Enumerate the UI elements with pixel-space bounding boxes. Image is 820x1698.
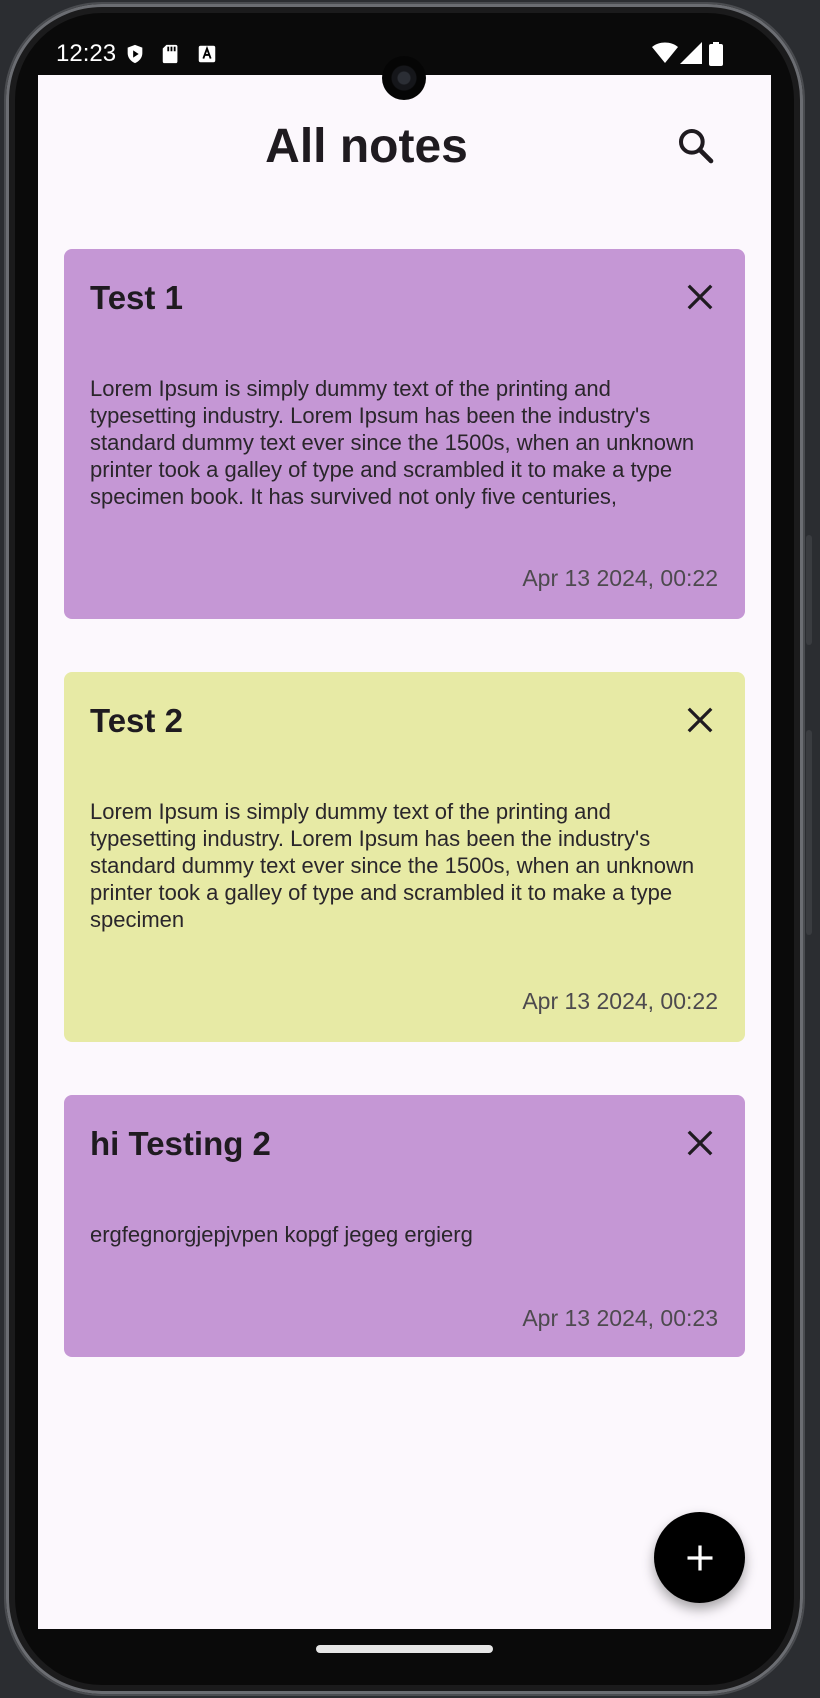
volume-button [806,535,812,645]
note-date: Apr 13 2024, 00:22 [522,565,718,591]
note-title: hi Testing 2 [90,1125,271,1162]
note-body: ergfegnorgjepjvpen kopgf jegeg ergierg [90,1222,473,1247]
note-card[interactable]: hi Testing 2 ergfegnorgjepjvpen kopgf je… [64,1095,745,1357]
power-button [806,730,812,935]
page-title: All notes [265,120,468,173]
home-gesture-bar[interactable] [316,1645,493,1653]
note-date: Apr 13 2024, 00:23 [522,1305,718,1331]
note-title: Test 2 [90,702,183,739]
note-card[interactable]: Test 2 Lorem Ipsum is simply dummy text … [64,672,745,1042]
note-date: Apr 13 2024, 00:22 [522,988,718,1014]
sd-card-icon [162,44,178,64]
search-icon[interactable] [676,126,716,166]
close-icon[interactable] [685,282,715,312]
keyboard-a-icon [198,45,216,63]
wifi-icon [652,42,678,63]
note-card[interactable]: Test 1 Lorem Ipsum is simply dummy text … [64,249,745,619]
battery-icon [709,42,723,66]
note-title: Test 1 [90,279,183,316]
plus-icon [687,1545,712,1570]
close-icon[interactable] [685,705,715,735]
close-icon[interactable] [685,1128,715,1158]
note-body: Lorem Ipsum is simply dummy text of the … [90,376,695,509]
signal-icon [680,42,702,64]
shield-icon [127,44,143,64]
front-camera [382,56,426,100]
note-body: Lorem Ipsum is simply dummy text of the … [90,799,695,932]
status-time: 12:23 [56,40,117,67]
add-note-button[interactable] [654,1512,745,1603]
